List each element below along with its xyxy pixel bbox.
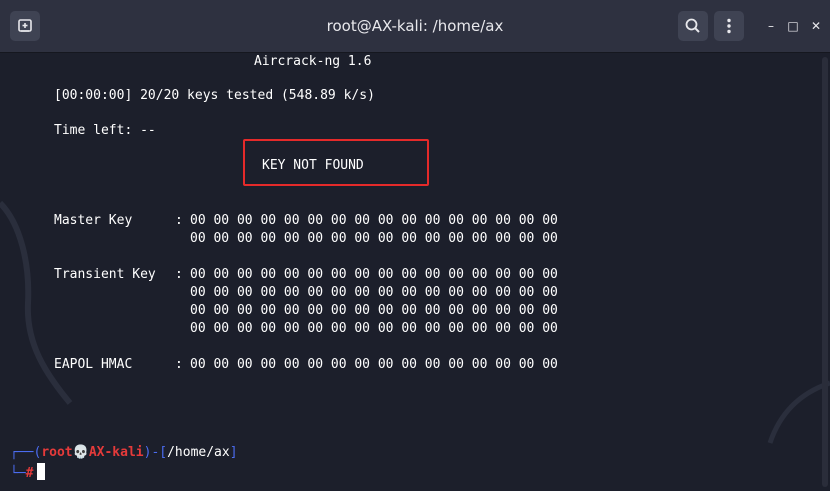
result-text: KEY NOT FOUND — [262, 158, 364, 173]
eapol-hmac-label: EAPOL HMAC — [54, 357, 133, 372]
search-icon — [685, 18, 700, 33]
prompt-corner-bottom: └─ — [10, 466, 26, 481]
aircrack-header: Aircrack-ng 1.6 — [254, 54, 372, 69]
minimize-button[interactable]: – — [761, 16, 781, 36]
close-button[interactable]: ✕ — [806, 16, 826, 36]
master-key-colon: : — [175, 213, 183, 228]
master-key-label: Master Key — [54, 213, 133, 228]
terminal-window: root@AX-kali: /home/ax – □ ✕ Aircrack-ng… — [0, 0, 830, 491]
scrollbar[interactable] — [822, 57, 828, 487]
maximize-icon: □ — [787, 19, 799, 33]
terminal-area[interactable]: Aircrack-ng 1.6 [00:00:00] 20/20 keys te… — [0, 53, 830, 491]
menu-button[interactable] — [714, 11, 744, 41]
text-cursor — [37, 463, 46, 480]
skull-icon: 💀 — [72, 445, 89, 460]
master-key-row: 00 00 00 00 00 00 00 00 00 00 00 00 00 0… — [190, 231, 558, 246]
transient-key-colon: : — [175, 267, 183, 282]
prompt-close-bracket: ] — [229, 445, 238, 460]
transient-key-row: 00 00 00 00 00 00 00 00 00 00 00 00 00 0… — [190, 267, 558, 282]
eapol-hmac-colon: : — [175, 357, 183, 372]
time-left-line: Time left: -- — [54, 123, 156, 138]
prompt-path: /home/ax — [167, 445, 230, 460]
transient-key-label: Transient Key — [54, 267, 156, 282]
master-key-row: 00 00 00 00 00 00 00 00 00 00 00 00 00 0… — [190, 213, 558, 228]
progress-line: [00:00:00] 20/20 keys tested (548.89 k/s… — [54, 88, 375, 103]
title-bar: root@AX-kali: /home/ax – □ ✕ — [0, 0, 830, 53]
prompt-line-2[interactable]: └─# — [10, 463, 46, 483]
prompt-line-1: ┌──(root💀AX-kali)-[/home/ax] — [10, 444, 238, 462]
close-icon: ✕ — [810, 19, 822, 33]
prompt-host: AX-kali — [88, 445, 144, 460]
transient-key-row: 00 00 00 00 00 00 00 00 00 00 00 00 00 0… — [190, 321, 558, 336]
prompt-symbol: # — [25, 466, 34, 481]
transient-key-row: 00 00 00 00 00 00 00 00 00 00 00 00 00 0… — [190, 303, 558, 318]
maximize-button[interactable]: □ — [783, 16, 803, 36]
search-button[interactable] — [678, 11, 708, 41]
prompt-corner-top: ┌── — [10, 445, 34, 460]
eapol-hmac-row: 00 00 00 00 00 00 00 00 00 00 00 00 00 0… — [190, 357, 558, 372]
transient-key-row: 00 00 00 00 00 00 00 00 00 00 00 00 00 0… — [190, 285, 558, 300]
prompt-user: root — [41, 445, 73, 460]
prompt-open-bracket: [ — [159, 445, 168, 460]
minimize-icon: – — [768, 19, 774, 33]
kebab-menu-icon — [727, 18, 731, 34]
